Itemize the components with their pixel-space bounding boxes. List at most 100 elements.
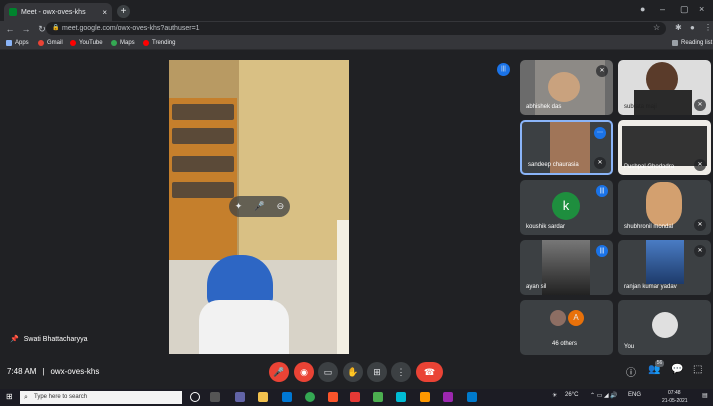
forward-icon[interactable]: → [20,24,32,34]
participant-tile[interactable]: abhishek das ✕ [520,60,613,115]
search-placeholder: Type here to search [34,394,88,400]
vscode-icon[interactable] [467,392,477,402]
participant-tile-self[interactable]: You [618,300,711,355]
bookmark-star-icon[interactable]: ☆ [653,23,660,32]
bookmark-gmail[interactable]: Gmail [38,40,63,46]
chat-icon[interactable]: 💬 [671,364,683,375]
extensions-icon[interactable]: ✱ [675,23,682,32]
tile-video [542,240,590,295]
participant-tile[interactable]: Pushpal Ghodadra ✕ [618,120,711,175]
participant-tile[interactable]: ranjan kumar yadav ✕ [618,240,711,295]
more-vert-icon: ⋮ [396,367,406,377]
chrome-icon[interactable] [305,392,315,402]
mic-off-icon: ✕ [594,157,606,169]
mic-toggle-button[interactable]: 🎤 [269,362,289,382]
browser-tab-meet[interactable]: Meet - owx-oves-khs × [4,3,112,21]
tile-face [652,312,678,338]
participant-name: You [624,344,635,350]
notifications-icon[interactable]: ▤ [702,392,708,399]
participant-name: abhishek das [526,104,562,110]
participant-tile-others[interactable]: A 46 others [520,300,613,355]
mic-off-icon: ✕ [694,219,706,231]
app-icon[interactable] [350,392,360,402]
language-indicator[interactable]: ENG [628,392,641,398]
gmail-icon [38,40,44,46]
clock-time: 07:48 [668,390,681,396]
close-window-icon[interactable]: × [699,4,704,14]
reading-list[interactable]: Reading list [672,40,712,46]
tile-video [622,126,707,166]
pin-icon[interactable]: ✦ [235,201,243,212]
teams-icon[interactable] [235,392,245,402]
taskbar-search[interactable]: ⌕ Type here to search [20,391,182,404]
app-icon[interactable] [396,392,406,402]
maps-icon [111,40,117,46]
present-button[interactable]: ⊞ [367,362,387,382]
app-icon[interactable] [420,392,430,402]
bookmark-apps[interactable]: Apps [6,40,29,46]
app-icon[interactable] [443,392,453,402]
back-icon[interactable]: ← [4,24,16,34]
meeting-info: 7:48 AM | owx-oves-khs [7,367,99,376]
close-tab-icon[interactable]: × [102,8,107,17]
task-view-icon[interactable] [210,392,220,402]
youtube-icon [70,40,76,46]
participant-tile[interactable]: subrata maji ✕ [618,60,711,115]
info-icon[interactable]: ⓘ [626,364,636,379]
mic-off-icon: ✕ [694,99,706,111]
app-icon[interactable] [373,392,383,402]
tray-icons[interactable]: ⌃ ▭ ◢ 🔊 [590,392,618,399]
presenter-label: 📌 Swati Bhattacharyya [10,335,88,344]
tab-title: Meet - owx-oves-khs [21,8,86,16]
bookmark-trending[interactable]: Trending [143,40,175,46]
search-icon: ⌕ [24,394,28,401]
participant-tile[interactable]: k koushik sardar ||| [520,180,613,235]
participant-count: 56 [655,360,664,367]
participant-name: subrata maji [624,104,657,110]
mail-icon[interactable] [282,392,292,402]
speaking-indicator-icon: ||| [497,63,510,76]
more-options-button[interactable]: ⋮ [391,362,411,382]
mic-off-icon: ✕ [694,245,706,257]
leave-call-button[interactable]: ☎ [416,362,443,382]
raise-hand-button[interactable]: ✋ [343,362,363,382]
participant-name: ranjan kumar yadav [624,284,677,290]
mic-off-icon: ✕ [596,65,608,77]
windows-start-icon[interactable]: ⊞ [6,392,13,401]
mute-for-all-icon[interactable]: 🎤 [254,201,265,212]
meeting-time: 7:48 AM [7,367,37,376]
apps-icon [6,40,12,46]
more-icon[interactable]: ⋯ [594,127,606,139]
speaking-icon: ||| [596,245,608,257]
bookmark-maps[interactable]: Maps [111,40,135,46]
profile-avatar-icon[interactable]: ● [690,23,695,32]
new-tab-button[interactable]: + [117,5,130,18]
present-icon: ⊞ [373,367,381,377]
activities-icon[interactable]: ⬚ [693,364,702,375]
file-explorer-icon[interactable] [258,392,268,402]
clock-date: 21-05-2021 [662,398,688,404]
remove-icon[interactable]: ⊖ [277,201,285,212]
avatar: k [552,192,580,220]
camera-toggle-button[interactable]: ◉ [294,362,314,382]
captions-button[interactable]: ▭ [318,362,338,382]
reading-list-icon [672,40,678,46]
bookmark-youtube[interactable]: YouTube [70,40,103,46]
video-person-body [199,300,289,354]
address-bar[interactable]: 🔒 meet.google.com/owx-oves-khs?authuser=… [46,22,666,35]
maximize-icon[interactable]: ▢ [680,4,689,15]
menu-icon[interactable]: ⋮ [704,23,712,32]
brave-icon[interactable] [328,392,338,402]
profile-icon[interactable]: ● [640,4,645,14]
cortana-icon[interactable] [190,392,200,402]
participant-tile[interactable]: ayan sil ||| [520,240,613,295]
tile-shirt [634,90,692,115]
meet-favicon-icon [9,8,17,16]
participant-name: 46 others [552,341,578,347]
weather-icon[interactable]: ☀ [552,392,557,399]
hand-icon: ✋ [347,367,359,377]
video-door [337,220,349,354]
participant-tile[interactable]: sandeep chaurasia ⋯ ✕ [520,120,613,175]
minimize-icon[interactable]: – [660,4,665,14]
participant-tile[interactable]: shubhronil mondal ✕ [618,180,711,235]
